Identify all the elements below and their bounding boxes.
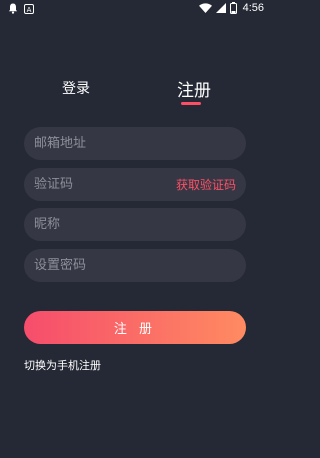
verification-code-input[interactable]: [34, 177, 176, 192]
wifi-icon: [198, 3, 212, 13]
status-time: 4:56: [242, 2, 264, 14]
tab-login[interactable]: 登录: [62, 78, 90, 98]
status-left: A: [8, 3, 34, 14]
nickname-field: [24, 208, 246, 241]
password-field: [24, 249, 246, 282]
register-button[interactable]: 注 册: [24, 311, 246, 344]
auth-tabs: 登录 注册: [0, 72, 270, 112]
signal-icon: [215, 3, 226, 13]
nickname-input[interactable]: [34, 217, 236, 232]
email-input[interactable]: [34, 136, 236, 151]
switch-to-phone-link[interactable]: 切换为手机注册: [24, 357, 101, 373]
active-tab-indicator: [181, 102, 201, 105]
password-input[interactable]: [34, 258, 236, 273]
status-bar: A 5 4:56: [0, 0, 270, 18]
a-app-icon: A: [24, 3, 34, 14]
get-code-button[interactable]: 获取验证码: [176, 176, 236, 193]
status-right: 5 4:56: [198, 2, 264, 14]
verification-code-field: 获取验证码: [24, 168, 246, 201]
notification-bell-icon: [8, 3, 18, 14]
email-field: [24, 127, 246, 160]
tab-register[interactable]: 注册: [177, 76, 211, 101]
battery-icon: [229, 2, 237, 14]
